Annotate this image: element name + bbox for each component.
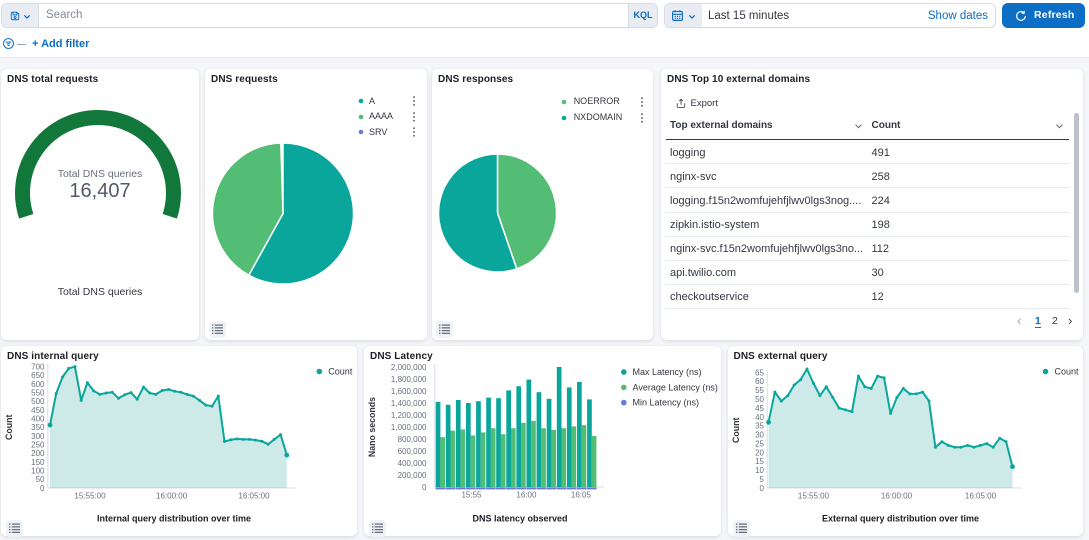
svg-text:Average Latency (ns): Average Latency (ns) [633,383,718,393]
svg-text:400,000: 400,000 [398,459,427,468]
svg-text:450: 450 [31,406,45,415]
svg-text:15:55:00: 15:55:00 [74,492,106,501]
svg-text:16:05:00: 16:05:00 [964,492,996,501]
svg-text:0: 0 [759,484,764,493]
svg-text:1,200,000: 1,200,000 [391,411,427,420]
svg-text:15:55:00: 15:55:00 [797,492,829,501]
svg-text:Nano seconds: Nano seconds [367,397,377,457]
svg-text:Count: Count [1054,367,1079,377]
svg-text:600,000: 600,000 [398,447,427,456]
svg-text:350: 350 [31,423,45,432]
svg-text:550: 550 [31,388,45,397]
svg-text:35: 35 [755,422,764,431]
svg-text:200,000: 200,000 [398,471,427,480]
svg-text:16:05:00: 16:05:00 [238,492,270,501]
svg-text:25: 25 [755,439,764,448]
svg-text:15: 15 [755,457,764,466]
svg-text:45: 45 [755,404,764,413]
svg-text:700: 700 [31,362,45,371]
svg-text:800,000: 800,000 [398,435,427,444]
svg-text:16:00:00: 16:00:00 [880,492,912,501]
svg-text:60: 60 [755,377,764,386]
svg-text:300: 300 [31,432,45,441]
svg-text:External query distribution ov: External query distribution over time [821,514,978,524]
svg-text:150: 150 [31,458,45,467]
svg-text:16:00: 16:00 [516,491,537,500]
svg-text:500: 500 [31,397,45,406]
svg-text:0: 0 [422,483,427,492]
svg-text:Internal query distribution ov: Internal query distribution over time [97,514,251,524]
svg-text:5: 5 [759,475,764,484]
svg-text:400: 400 [31,414,45,423]
svg-text:16:05: 16:05 [571,491,592,500]
svg-text:16:00:00: 16:00:00 [156,492,188,501]
svg-text:250: 250 [31,441,45,450]
svg-text:Count: Count [328,367,353,377]
svg-text:0: 0 [40,484,45,493]
svg-text:200: 200 [31,449,45,458]
svg-text:Count: Count [4,415,14,440]
svg-text:10: 10 [755,466,764,475]
svg-text:1,600,000: 1,600,000 [391,387,427,396]
svg-text:50: 50 [36,475,45,484]
svg-text:100: 100 [31,467,45,476]
svg-text:30: 30 [755,431,764,440]
svg-text:55: 55 [755,386,764,395]
svg-text:40: 40 [755,413,764,422]
svg-text:2,000,000: 2,000,000 [391,363,427,372]
svg-text:50: 50 [755,395,764,404]
svg-text:DNS latency observed: DNS latency observed [472,514,567,524]
svg-text:Count: Count [731,418,741,443]
svg-text:600: 600 [31,380,45,389]
svg-text:1,000,000: 1,000,000 [391,423,427,432]
svg-text:Max Latency (ns): Max Latency (ns) [633,367,702,377]
svg-text:650: 650 [31,371,45,380]
svg-text:1,800,000: 1,800,000 [391,375,427,384]
svg-text:1,400,000: 1,400,000 [391,399,427,408]
svg-text:65: 65 [755,368,764,377]
svg-text:20: 20 [755,448,764,457]
svg-text:Min Latency (ns): Min Latency (ns) [633,398,700,408]
svg-text:15:55: 15:55 [461,491,482,500]
